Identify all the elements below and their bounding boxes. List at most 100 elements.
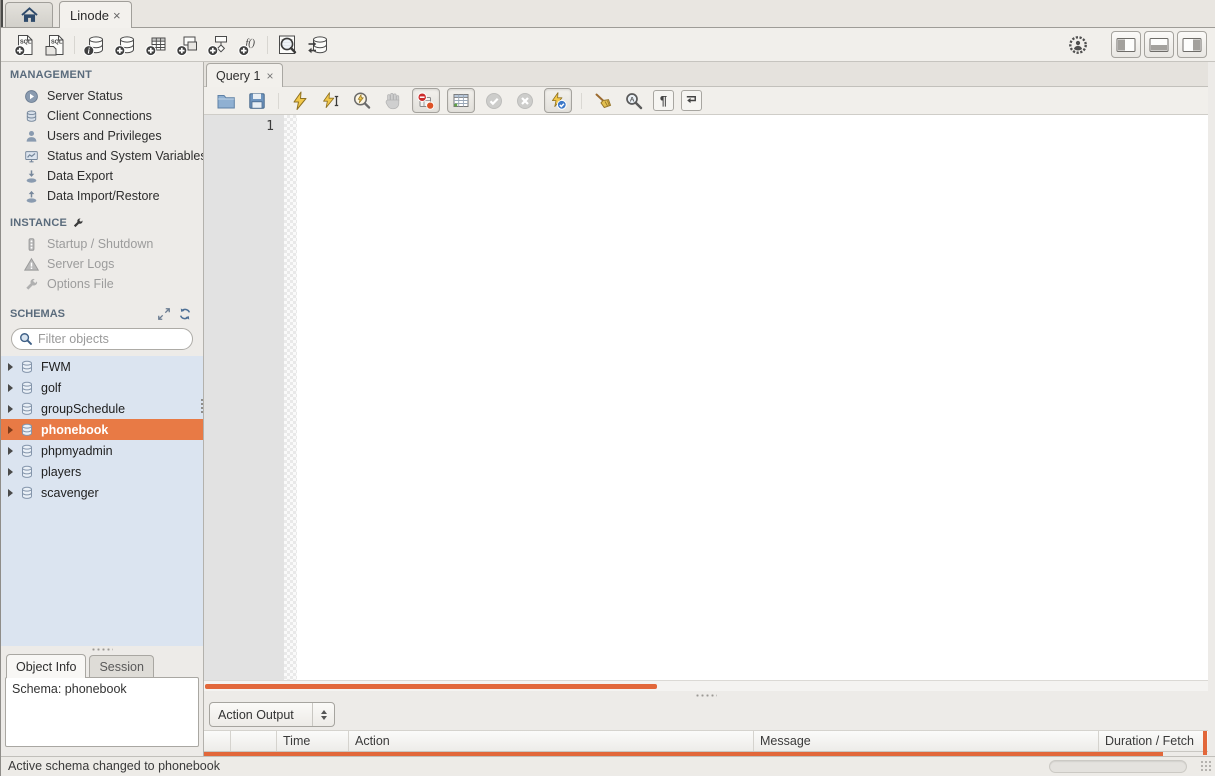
schema-filter-input[interactable] bbox=[38, 332, 185, 346]
sidebar-item-startup-shutdown[interactable]: Startup / Shutdown bbox=[1, 234, 203, 254]
toggle-output-area-button[interactable] bbox=[1144, 31, 1174, 58]
sidebar-item-data-export[interactable]: Data Export bbox=[1, 166, 203, 186]
sidebar-item-options-file[interactable]: Options File bbox=[1, 274, 203, 294]
find-button[interactable]: A bbox=[622, 89, 646, 113]
object-info-panel: Schema: phonebook bbox=[5, 677, 199, 747]
query-tab[interactable]: Query 1 × bbox=[206, 63, 283, 87]
schema-row-fwm[interactable]: FWM bbox=[1, 356, 203, 377]
beautify-script-button[interactable] bbox=[591, 89, 615, 113]
toggle-limit-rows-button[interactable] bbox=[447, 88, 475, 113]
chevron-down-icon bbox=[321, 716, 327, 720]
create-procedure-icon bbox=[206, 33, 230, 57]
scrollbar-thumb[interactable] bbox=[205, 684, 657, 689]
connection-tab-close-icon[interactable]: × bbox=[113, 9, 121, 22]
refresh-schemas-icon[interactable] bbox=[178, 307, 192, 321]
sidebar-splitter-grip[interactable] bbox=[200, 398, 204, 414]
toolbar-separator bbox=[74, 36, 75, 54]
status-variables-icon bbox=[24, 149, 39, 164]
schema-name: phonebook bbox=[41, 423, 108, 437]
stop-execution-button[interactable] bbox=[381, 89, 405, 113]
expand-schemas-icon[interactable] bbox=[157, 307, 171, 321]
open-sql-script-button[interactable] bbox=[40, 31, 71, 59]
sidebar-item-status-system-variables[interactable]: Status and System Variables bbox=[1, 146, 203, 166]
rollback-button[interactable] bbox=[513, 89, 537, 113]
toggle-word-wrap-button[interactable] bbox=[681, 90, 702, 111]
expander-icon[interactable] bbox=[8, 363, 13, 371]
toggle-right-sidebar-button[interactable] bbox=[1177, 31, 1207, 58]
create-procedure-button[interactable] bbox=[202, 31, 233, 59]
create-view-button[interactable] bbox=[171, 31, 202, 59]
expander-icon[interactable] bbox=[8, 426, 13, 434]
output-table-header: Time Action Message Duration / Fetch bbox=[204, 730, 1208, 752]
schema-row-phpmyadmin[interactable]: phpmyadmin bbox=[1, 440, 203, 461]
execute-button[interactable] bbox=[288, 89, 312, 113]
connection-tab[interactable]: Linode × bbox=[59, 1, 132, 28]
explain-plan-button[interactable] bbox=[350, 89, 374, 113]
schema-row-players[interactable]: players bbox=[1, 461, 203, 482]
home-tab[interactable] bbox=[5, 2, 53, 27]
preferences-gear-button[interactable] bbox=[1064, 31, 1092, 59]
new-sql-tab-button[interactable] bbox=[9, 31, 40, 59]
code-text-area[interactable] bbox=[297, 115, 1208, 680]
output-splitter[interactable] bbox=[204, 691, 1208, 699]
column-header-action[interactable]: Action bbox=[349, 731, 754, 751]
toolbar-separator bbox=[267, 36, 268, 54]
toggle-invisible-characters-button[interactable]: ¶ bbox=[653, 90, 674, 111]
toggle-left-sidebar-button[interactable] bbox=[1111, 31, 1141, 58]
sidebar-item-server-status[interactable]: Server Status bbox=[1, 86, 203, 106]
line-number: 1 bbox=[204, 119, 274, 134]
execute-current-bolt-icon bbox=[321, 91, 341, 111]
expander-icon[interactable] bbox=[8, 468, 13, 476]
expander-icon[interactable] bbox=[8, 384, 13, 392]
sidebar-item-users-privileges[interactable]: Users and Privileges bbox=[1, 126, 203, 146]
column-header-message[interactable]: Message bbox=[754, 731, 1099, 751]
create-function-button[interactable]: f() bbox=[233, 31, 264, 59]
tab-session[interactable]: Session bbox=[89, 655, 153, 677]
commit-check-icon bbox=[484, 91, 504, 111]
search-icon bbox=[19, 332, 33, 346]
editor-horizontal-scrollbar[interactable] bbox=[204, 680, 1208, 691]
query-tab-close-icon[interactable]: × bbox=[266, 70, 273, 82]
column-header-index[interactable] bbox=[231, 731, 277, 751]
schema-row-groupschedule[interactable]: groupSchedule bbox=[1, 398, 203, 419]
sidebar-item-label: Status and System Variables bbox=[47, 149, 203, 163]
execute-current-statement-button[interactable] bbox=[319, 89, 343, 113]
schema-inspector-button[interactable]: i bbox=[78, 31, 109, 59]
create-view-icon bbox=[175, 33, 199, 57]
window-resize-grip[interactable] bbox=[1200, 760, 1212, 772]
editor-area: 1 bbox=[204, 115, 1208, 680]
expander-icon[interactable] bbox=[8, 405, 13, 413]
schema-row-golf[interactable]: golf bbox=[1, 377, 203, 398]
svg-text:A: A bbox=[630, 96, 635, 103]
reconnect-dbms-button[interactable] bbox=[302, 31, 333, 59]
column-header-duration[interactable]: Duration / Fetch bbox=[1099, 731, 1208, 751]
output-type-select[interactable]: Action Output bbox=[209, 702, 335, 727]
expander-icon[interactable] bbox=[8, 447, 13, 455]
sidebar-item-data-import[interactable]: Data Import/Restore bbox=[1, 186, 203, 206]
tab-object-info[interactable]: Object Info bbox=[6, 654, 86, 678]
query-tab-strip: Query 1 × bbox=[204, 62, 1208, 87]
sidebar-item-server-logs[interactable]: Server Logs bbox=[1, 254, 203, 274]
create-schema-button[interactable] bbox=[109, 31, 140, 59]
column-header-status[interactable] bbox=[204, 731, 231, 751]
search-table-data-button[interactable] bbox=[271, 31, 302, 59]
new-sql-tab-icon bbox=[13, 33, 37, 57]
navigator-sidebar: MANAGEMENT Server Status Client Connecti… bbox=[1, 62, 204, 756]
commit-button[interactable] bbox=[482, 89, 506, 113]
create-table-button[interactable] bbox=[140, 31, 171, 59]
toggle-stop-on-error-button[interactable] bbox=[412, 88, 440, 113]
save-script-button[interactable] bbox=[245, 89, 269, 113]
save-floppy-icon bbox=[247, 91, 267, 111]
stop-on-error-icon bbox=[416, 91, 436, 111]
expander-icon[interactable] bbox=[8, 489, 13, 497]
sidebar-item-client-connections[interactable]: Client Connections bbox=[1, 106, 203, 126]
toggle-autocommit-button[interactable] bbox=[544, 88, 572, 113]
explain-magnifier-bolt-icon bbox=[352, 91, 372, 111]
open-file-button[interactable] bbox=[214, 89, 238, 113]
database-icon bbox=[20, 380, 34, 396]
output-vertical-scrollbar[interactable] bbox=[1203, 731, 1207, 755]
schema-row-phonebook[interactable]: phonebook bbox=[1, 419, 203, 440]
column-header-time[interactable]: Time bbox=[277, 731, 349, 751]
schema-row-scavenger[interactable]: scavenger bbox=[1, 482, 203, 503]
execute-bolt-icon bbox=[290, 91, 310, 111]
